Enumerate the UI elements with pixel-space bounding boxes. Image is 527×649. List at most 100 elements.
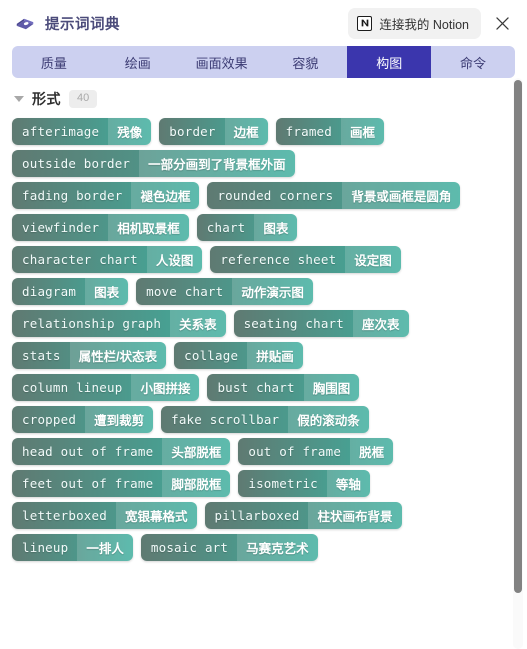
tag-label-en: pillarboxed xyxy=(214,508,300,523)
tag-row: stats 属性栏/状态表 collage 拼贴画 xyxy=(12,342,505,369)
section-header-form[interactable]: 形式 40 xyxy=(14,86,505,112)
tag-pill[interactable]: outside border 一部分画到了背景框外面 xyxy=(12,150,295,177)
tag-label-cn: 设定图 xyxy=(345,246,401,273)
tag-pill[interactable]: border 边框 xyxy=(159,118,268,145)
tag-label-en: column lineup xyxy=(22,380,123,395)
tag-row: lineup 一排人 mosaic art 马赛克艺术 xyxy=(12,534,505,561)
tag-label-en: reference sheet xyxy=(220,252,337,267)
close-icon xyxy=(493,14,512,33)
tag-pill[interactable]: fake scrollbar 假的滚动条 xyxy=(161,406,369,433)
tag-label-cn: 胸围图 xyxy=(303,374,360,401)
tag-pill[interactable]: move chart 动作演示图 xyxy=(136,278,313,305)
tag-label-cn: 画框 xyxy=(341,118,385,145)
tag-label-cn: 相机取景框 xyxy=(108,214,189,241)
tag-label-en: feet out of frame xyxy=(22,476,154,491)
tag-label-cn: 一排人 xyxy=(77,534,133,561)
tag-label-en: stats xyxy=(22,348,61,363)
tag-pill[interactable]: relationship graph 关系表 xyxy=(12,310,226,337)
tag-label-cn: 假的滚动条 xyxy=(288,406,369,433)
tag-pill[interactable]: character chart 人设图 xyxy=(12,246,203,273)
tag-label-cn: 关系表 xyxy=(170,310,226,337)
tag-label-en: afterimage xyxy=(22,124,100,139)
tag-pill[interactable]: rounded corners 背景或画框是圆角 xyxy=(207,182,461,209)
book-icon xyxy=(14,12,36,34)
tab-4[interactable]: 构图 xyxy=(347,46,432,78)
tag-row: relationship graph 关系表 seating chart 座次表 xyxy=(12,310,505,337)
vertical-scrollbar-thumb[interactable] xyxy=(514,80,522,593)
tag-row: head out of frame 头部脱框 out of frame 脱框 xyxy=(12,438,505,465)
tag-pill[interactable]: viewfinder 相机取景框 xyxy=(12,214,189,241)
tag-row: outside border 一部分画到了背景框外面 xyxy=(12,150,505,177)
category-tabbar: 质量 绘画 画面效果 容貌 构图 命令 xyxy=(12,46,515,78)
tag-pill[interactable]: framed 画框 xyxy=(275,118,385,145)
tag-label-cn: 柱状画布背景 xyxy=(308,502,402,529)
section-count-badge: 40 xyxy=(69,90,98,108)
tag-row: fading border 褪色边框 rounded corners 背景或画框是圆角 xyxy=(12,182,505,209)
tag-label-cn: 头部脱框 xyxy=(162,438,231,465)
tag-pill[interactable]: pillarboxed 柱状画布背景 xyxy=(204,502,402,529)
tab-3[interactable]: 容貌 xyxy=(263,46,347,78)
tag-row: viewfinder 相机取景框 chart 图表 xyxy=(12,214,505,241)
tag-pill[interactable]: collage 拼贴画 xyxy=(174,342,303,369)
tab-1[interactable]: 绘画 xyxy=(96,46,180,78)
tag-row: afterimage 残像 border 边框 framed 画框 xyxy=(12,118,505,145)
tag-pill[interactable]: out of frame 脱框 xyxy=(238,438,394,465)
tab-0[interactable]: 质量 xyxy=(12,46,96,78)
tag-label-en: relationship graph xyxy=(22,316,162,331)
tag-pill[interactable]: lineup 一排人 xyxy=(12,534,133,561)
notion-logo-icon xyxy=(357,15,373,31)
tag-pill[interactable]: cropped 遭到裁剪 xyxy=(12,406,154,433)
tag-pill[interactable]: bust chart 胸围图 xyxy=(207,374,360,401)
tag-pill[interactable]: column lineup 小图拼接 xyxy=(12,374,200,401)
tag-list: afterimage 残像 border 边框 framed 画框 outside bord… xyxy=(12,118,505,561)
tag-label-en: seating chart xyxy=(243,316,345,331)
tag-label-cn: 遭到裁剪 xyxy=(85,406,154,433)
section-title: 形式 xyxy=(32,91,61,107)
tag-row: cropped 遭到裁剪 fake scrollbar 假的滚动条 xyxy=(12,406,505,433)
tag-label-cn: 人设图 xyxy=(146,246,203,273)
tag-row: character chart 人设图 reference sheet 设定图 xyxy=(12,246,505,273)
content-body: 形式 40 afterimage 残像 border 边框 framed 画框 outsid… xyxy=(0,78,527,649)
tag-pill[interactable]: feet out of frame 脚部脱框 xyxy=(12,470,231,497)
tag-row: feet out of frame 脚部脱框 isometric 等轴 xyxy=(12,470,505,497)
tag-label-cn: 脱框 xyxy=(350,438,394,465)
tag-label-en: chart xyxy=(206,220,246,235)
page-title: 提示词词典 xyxy=(45,16,120,33)
vertical-scrollbar-track[interactable] xyxy=(513,78,523,649)
tag-row: letterboxed 宽银幕格式 pillarboxed 柱状画布背景 xyxy=(12,502,505,529)
tag-pill[interactable]: letterboxed 宽银幕格式 xyxy=(12,502,197,529)
window-header: 提示词词典 连接我的 Notion xyxy=(0,0,527,46)
tag-label-cn: 边框 xyxy=(224,118,268,145)
tag-label-cn: 图表 xyxy=(254,214,298,241)
tag-row: diagram 图表 move chart 动作演示图 xyxy=(12,278,505,305)
tag-pill[interactable]: isometric 等轴 xyxy=(238,470,370,497)
tag-pill[interactable]: head out of frame 头部脱框 xyxy=(12,438,231,465)
close-button[interactable] xyxy=(485,6,519,40)
tag-pill[interactable]: afterimage 残像 xyxy=(12,118,152,145)
tag-label-cn: 背景或画框是圆角 xyxy=(342,182,461,209)
tag-label-cn: 动作演示图 xyxy=(232,278,313,305)
chevron-down-icon[interactable] xyxy=(14,96,24,102)
prompt-dictionary-window: 提示词词典 连接我的 Notion 质量绘画画面效果容貌构图命令 形式 xyxy=(0,0,527,649)
tag-label-en: character chart xyxy=(22,252,138,267)
tag-label-en: rounded corners xyxy=(217,188,334,203)
tag-label-en: fake scrollbar xyxy=(171,412,280,427)
tag-pill[interactable]: fading border 褪色边框 xyxy=(12,182,200,209)
tab-5[interactable]: 命令 xyxy=(431,46,515,78)
tag-label-en: collage xyxy=(184,348,239,363)
connect-notion-button[interactable]: 连接我的 Notion xyxy=(348,7,481,39)
tab-2[interactable]: 画面效果 xyxy=(180,46,264,78)
tag-pill[interactable]: chart 图表 xyxy=(196,214,298,241)
tag-pill[interactable]: reference sheet 设定图 xyxy=(210,246,401,273)
tag-label-cn: 等轴 xyxy=(326,470,370,497)
tag-label-cn: 脚部脱框 xyxy=(162,470,231,497)
tag-label-en: isometric xyxy=(248,476,318,491)
tag-label-en: cropped xyxy=(22,412,77,427)
tag-pill[interactable]: seating chart 座次表 xyxy=(233,310,409,337)
tag-label-cn: 图表 xyxy=(85,278,129,305)
tag-pill[interactable]: mosaic art 马赛克艺术 xyxy=(140,534,318,561)
tag-pill[interactable]: diagram 图表 xyxy=(12,278,129,305)
tag-label-en: fading border xyxy=(22,188,123,203)
tag-pill[interactable]: stats 属性栏/状态表 xyxy=(12,342,167,369)
tag-label-en: outside border xyxy=(22,156,131,171)
